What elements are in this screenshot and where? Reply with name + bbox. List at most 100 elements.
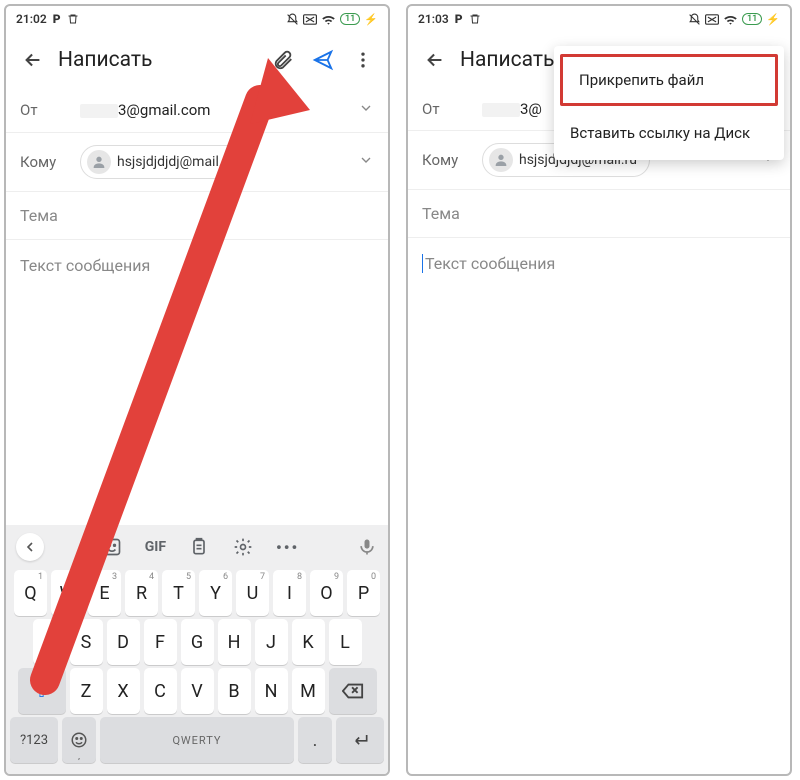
keyboard-row-3: ⇧ ZXCVBNM <box>10 668 384 714</box>
key-f[interactable]: F <box>144 619 177 665</box>
key-r[interactable]: R4 <box>125 570 158 616</box>
subject-field[interactable]: Тема <box>6 192 388 240</box>
recipient-email: hsjsjdjdjdj@mail.ru <box>117 154 235 170</box>
key-u[interactable]: U7 <box>236 570 269 616</box>
key-j[interactable]: J <box>255 619 288 665</box>
menu-item-label: Вставить ссылку на Диск <box>570 124 750 142</box>
from-value: 3@gmail.com <box>80 101 358 119</box>
gif-button[interactable]: GIF <box>145 539 166 555</box>
wifi-icon <box>723 13 738 25</box>
back-button[interactable] <box>16 49 50 71</box>
back-button[interactable] <box>418 49 452 71</box>
key-l[interactable]: L <box>329 619 362 665</box>
keyboard-row-2: ASDFGHJKL <box>10 619 384 665</box>
subject-placeholder: Тема <box>422 204 460 223</box>
from-label: От <box>422 100 482 118</box>
key-g[interactable]: G <box>181 619 214 665</box>
battery-badge: 11 <box>340 13 360 25</box>
soft-keyboard: GIF ••• Q1W2E3R4T5Y6U7I8O9P0 ASDFGHJKL ⇧… <box>6 525 388 774</box>
from-row[interactable]: От 3@gmail.com <box>6 88 388 133</box>
keyboard-row-4: ?123 , QWERTY . <box>10 717 384 763</box>
keyboard-more-button[interactable]: ••• <box>276 538 299 557</box>
gear-icon[interactable] <box>232 536 254 558</box>
redacted-text <box>482 103 520 117</box>
app-icon-p: P <box>455 12 463 26</box>
key-q[interactable]: Q1 <box>14 570 47 616</box>
space-key[interactable]: QWERTY <box>100 717 294 763</box>
symbols-key[interactable]: ?123 <box>10 717 58 763</box>
body-placeholder: Текст сообщения <box>20 256 150 275</box>
status-bar: 21:03 P 11 ⚡ <box>408 6 790 32</box>
battery-badge: 11 <box>742 13 762 25</box>
signal-box-icon <box>303 14 317 25</box>
phone-left: 21:02 P 11 ⚡ Написать <box>4 4 390 776</box>
to-row[interactable]: Кому hsjsjdjdjdj@mail.ru <box>6 133 388 192</box>
key-e[interactable]: E3 <box>88 570 121 616</box>
key-a[interactable]: A <box>33 619 66 665</box>
key-o[interactable]: O9 <box>310 570 343 616</box>
phone-right: 21:03 P 11 ⚡ Написать От <box>406 4 792 776</box>
enter-key[interactable] <box>336 717 384 763</box>
key-v[interactable]: V <box>181 668 214 714</box>
period-key[interactable]: . <box>298 717 332 763</box>
clipboard-icon[interactable] <box>188 536 210 558</box>
key-y[interactable]: Y6 <box>199 570 232 616</box>
key-m[interactable]: M <box>292 668 325 714</box>
subject-placeholder: Тема <box>20 206 58 225</box>
attach-menu-popup: Прикрепить файл Вставить ссылку на Диск <box>554 46 784 160</box>
to-value: hsjsjdjdjdj@mail.ru <box>80 145 358 179</box>
trash-icon <box>469 13 481 25</box>
charge-icon: ⚡ <box>364 13 378 26</box>
status-time: 21:03 <box>418 12 449 26</box>
chevron-left-icon[interactable] <box>16 533 44 561</box>
recipient-chip[interactable]: hsjsjdjdjdj@mail.ru <box>80 145 248 179</box>
key-d[interactable]: D <box>107 619 140 665</box>
key-i[interactable]: I8 <box>273 570 306 616</box>
key-x[interactable]: X <box>107 668 140 714</box>
to-label: Кому <box>422 151 482 169</box>
avatar-icon <box>87 150 111 174</box>
sticker-icon[interactable] <box>101 536 123 558</box>
mic-icon[interactable] <box>356 536 378 558</box>
status-bar: 21:02 P 11 ⚡ <box>6 6 388 32</box>
redacted-text <box>80 104 118 118</box>
signal-box-icon <box>705 14 719 25</box>
app-icon-p: P <box>53 12 61 26</box>
key-h[interactable]: H <box>218 619 251 665</box>
key-s[interactable]: S <box>70 619 103 665</box>
backspace-key[interactable] <box>329 668 377 714</box>
from-label: От <box>20 101 80 119</box>
chevron-down-icon[interactable] <box>358 100 374 120</box>
key-p[interactable]: P0 <box>347 570 380 616</box>
key-n[interactable]: N <box>255 668 288 714</box>
subject-field[interactable]: Тема <box>408 190 790 238</box>
send-icon[interactable] <box>312 49 334 71</box>
key-k[interactable]: K <box>292 619 325 665</box>
menu-item-attach-file[interactable]: Прикрепить файл <box>560 54 778 106</box>
wifi-icon <box>321 13 336 25</box>
dnd-icon <box>286 13 299 26</box>
compose-title: Написать <box>50 48 272 72</box>
avatar-icon <box>489 148 513 172</box>
to-label: Кому <box>20 153 80 171</box>
key-w[interactable]: W2 <box>51 570 84 616</box>
keyboard-toolbar: GIF ••• <box>10 531 384 567</box>
emoji-key[interactable]: , <box>62 717 96 763</box>
chevron-down-icon[interactable] <box>358 152 374 172</box>
body-field[interactable]: Текст сообщения <box>408 238 790 289</box>
overflow-menu-icon[interactable] <box>352 49 374 71</box>
dnd-icon <box>688 13 701 26</box>
keyboard-row-1: Q1W2E3R4T5Y6U7I8O9P0 <box>10 570 384 616</box>
charge-icon: ⚡ <box>766 13 780 26</box>
key-b[interactable]: B <box>218 668 251 714</box>
key-c[interactable]: C <box>144 668 177 714</box>
key-z[interactable]: Z <box>70 668 103 714</box>
key-t[interactable]: T5 <box>162 570 195 616</box>
status-time: 21:02 <box>16 12 47 26</box>
shift-key[interactable]: ⇧ <box>18 668 66 714</box>
compose-toolbar: Написать <box>6 32 388 88</box>
attach-icon[interactable] <box>272 49 294 71</box>
body-field[interactable]: Текст сообщения <box>6 240 388 291</box>
body-placeholder: Текст сообщения <box>422 254 555 273</box>
menu-item-drive-link[interactable]: Вставить ссылку на Диск <box>554 110 784 156</box>
